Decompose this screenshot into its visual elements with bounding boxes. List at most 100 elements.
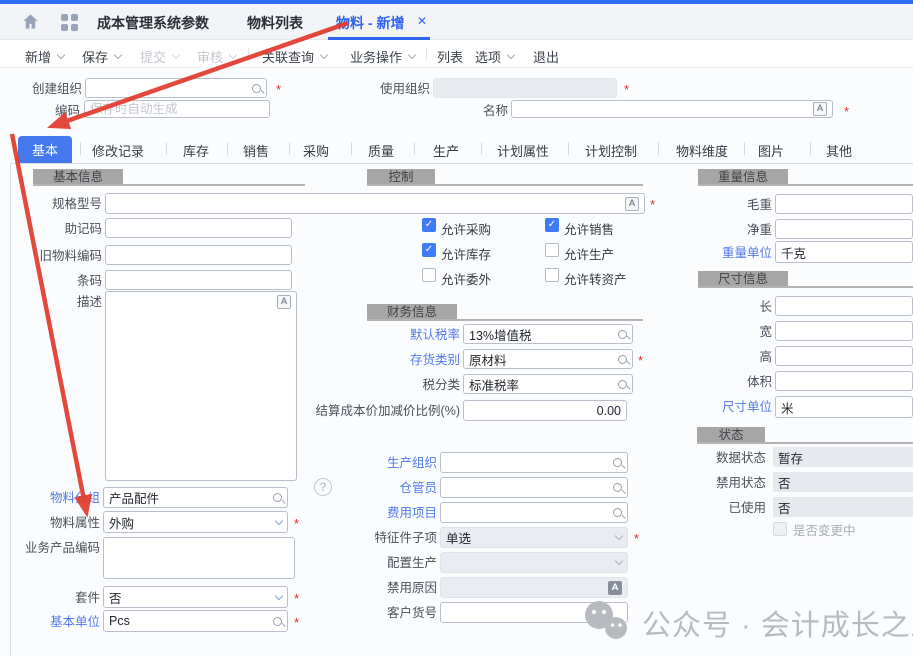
cost-adjust-field[interactable]: 0.00 <box>463 400 627 421</box>
prod-org-field[interactable] <box>440 452 628 473</box>
business-ops-button[interactable]: 业务操作 <box>350 47 402 66</box>
related-query-button[interactable]: 关联查询 <box>262 47 314 66</box>
allow-inventory-checkbox[interactable]: ✓ <box>422 243 436 257</box>
height-field[interactable] <box>775 346 913 366</box>
expense-item-label[interactable]: 费用项目 <box>357 506 437 521</box>
spec-input[interactable] <box>111 197 625 211</box>
chevron-down-icon[interactable] <box>275 591 283 599</box>
length-label: 长 <box>692 300 772 315</box>
gross-weight-input[interactable] <box>781 197 907 211</box>
allow-production-checkbox[interactable] <box>545 243 559 257</box>
allow-purchase-checkbox[interactable]: ✓ <box>422 218 436 232</box>
code-input[interactable] <box>90 102 264 116</box>
new-button[interactable]: 新增 <box>25 47 51 66</box>
default-tax-label[interactable]: 默认税率 <box>380 328 460 343</box>
net-weight-field[interactable] <box>775 219 913 239</box>
default-tax-value: 13%增值税 <box>469 325 618 344</box>
description-textarea[interactable] <box>111 295 277 323</box>
name-input[interactable] <box>517 102 813 116</box>
multilang-icon[interactable]: A <box>813 102 827 116</box>
multilang-icon[interactable]: A <box>625 197 639 211</box>
material-group-field[interactable]: 产品配件 <box>103 487 288 508</box>
tab-plan-attr[interactable]: 计划属性 <box>497 141 549 160</box>
weight-unit-field[interactable]: 千克 <box>775 241 913 263</box>
warehouse-keeper-field[interactable] <box>440 477 628 498</box>
length-field[interactable] <box>775 296 913 316</box>
chevron-down-icon[interactable] <box>275 516 283 524</box>
spec-field[interactable]: A <box>105 193 645 214</box>
close-tab-icon[interactable]: ✕ <box>417 14 427 28</box>
size-unit-field[interactable]: 米 <box>775 396 913 418</box>
material-attr-select[interactable]: 外购 <box>103 511 288 533</box>
required-asterisk: * <box>638 354 643 367</box>
tab-material-dim[interactable]: 物料维度 <box>676 141 728 160</box>
width-field[interactable] <box>775 321 913 341</box>
volume-field[interactable] <box>775 371 913 391</box>
search-icon <box>252 84 261 93</box>
weight-unit-label[interactable]: 重量单位 <box>692 246 772 261</box>
required-asterisk: * <box>634 532 639 545</box>
code-field[interactable] <box>84 100 270 118</box>
stock-category-field[interactable]: 原材料 <box>463 349 633 369</box>
prod-org-input[interactable] <box>446 456 613 470</box>
base-unit-field[interactable]: Pcs <box>103 610 288 632</box>
net-weight-input[interactable] <box>781 222 907 236</box>
tab-basic[interactable]: 基本 <box>18 136 72 163</box>
material-group-label[interactable]: 物料分组 <box>20 491 100 506</box>
warehouse-keeper-input[interactable] <box>446 481 613 495</box>
allow-outsourcing-checkbox[interactable] <box>422 268 436 282</box>
tab-production[interactable]: 生产 <box>433 141 459 160</box>
apps-grid-icon[interactable] <box>61 14 78 31</box>
tab-purchase[interactable]: 采购 <box>303 141 329 160</box>
expense-item-field[interactable] <box>440 502 628 523</box>
biz-product-code-field[interactable] <box>103 537 295 579</box>
allow-sales-checkbox[interactable]: ✓ <box>545 218 559 232</box>
barcode-label: 条码 <box>22 274 102 289</box>
barcode-field[interactable] <box>105 270 292 290</box>
save-button[interactable]: 保存 <box>82 47 108 66</box>
tab-material-list[interactable]: 物料列表 <box>247 13 303 33</box>
tab-inventory[interactable]: 库存 <box>183 141 209 160</box>
width-input[interactable] <box>781 324 907 338</box>
list-button[interactable]: 列表 <box>437 47 463 66</box>
expense-item-input[interactable] <box>446 506 613 520</box>
default-tax-field[interactable]: 13%增值税 <box>463 324 633 344</box>
help-icon[interactable]: ? <box>314 478 332 496</box>
create-org-field[interactable] <box>85 78 267 98</box>
base-unit-label[interactable]: 基本单位 <box>20 615 100 630</box>
prod-org-label[interactable]: 生产组织 <box>357 456 437 471</box>
stock-category-label[interactable]: 存货类别 <box>380 353 460 368</box>
tab-plan-ctrl[interactable]: 计划控制 <box>585 141 637 160</box>
name-field[interactable]: A <box>511 100 833 118</box>
create-org-input[interactable] <box>91 81 252 95</box>
volume-input[interactable] <box>781 374 907 388</box>
old-code-field[interactable] <box>105 245 292 265</box>
biz-product-code-textarea[interactable] <box>109 541 289 569</box>
warehouse-keeper-label[interactable]: 仓管员 <box>357 481 437 496</box>
description-field[interactable]: A <box>105 291 297 481</box>
tab-material-new[interactable]: 物料 - 新增 <box>336 13 404 33</box>
tab-modify-log[interactable]: 修改记录 <box>92 141 144 160</box>
mnemonic-input[interactable] <box>111 221 286 235</box>
tab-sales[interactable]: 销售 <box>243 141 269 160</box>
gross-weight-field[interactable] <box>775 194 913 214</box>
home-icon[interactable] <box>21 12 40 31</box>
height-input[interactable] <box>781 349 907 363</box>
tab-quality[interactable]: 质量 <box>368 141 394 160</box>
options-button[interactable]: 选项 <box>475 47 501 66</box>
description-label: 描述 <box>22 295 102 310</box>
suite-select[interactable]: 否 <box>103 586 288 608</box>
tab-cost-params[interactable]: 成本管理系统参数 <box>97 13 209 33</box>
tax-class-field[interactable]: 标准税率 <box>463 374 633 394</box>
required-asterisk: * <box>650 198 655 211</box>
length-input[interactable] <box>781 299 907 313</box>
tab-picture[interactable]: 图片 <box>758 141 784 160</box>
mnemonic-field[interactable] <box>105 218 292 238</box>
tab-other[interactable]: 其他 <box>826 141 852 160</box>
old-code-input[interactable] <box>111 248 286 262</box>
allow-to-asset-checkbox[interactable] <box>545 268 559 282</box>
exit-button[interactable]: 退出 <box>533 47 559 66</box>
barcode-input[interactable] <box>111 273 286 287</box>
size-unit-label[interactable]: 尺寸单位 <box>692 400 772 415</box>
multilang-icon[interactable]: A <box>277 295 291 309</box>
